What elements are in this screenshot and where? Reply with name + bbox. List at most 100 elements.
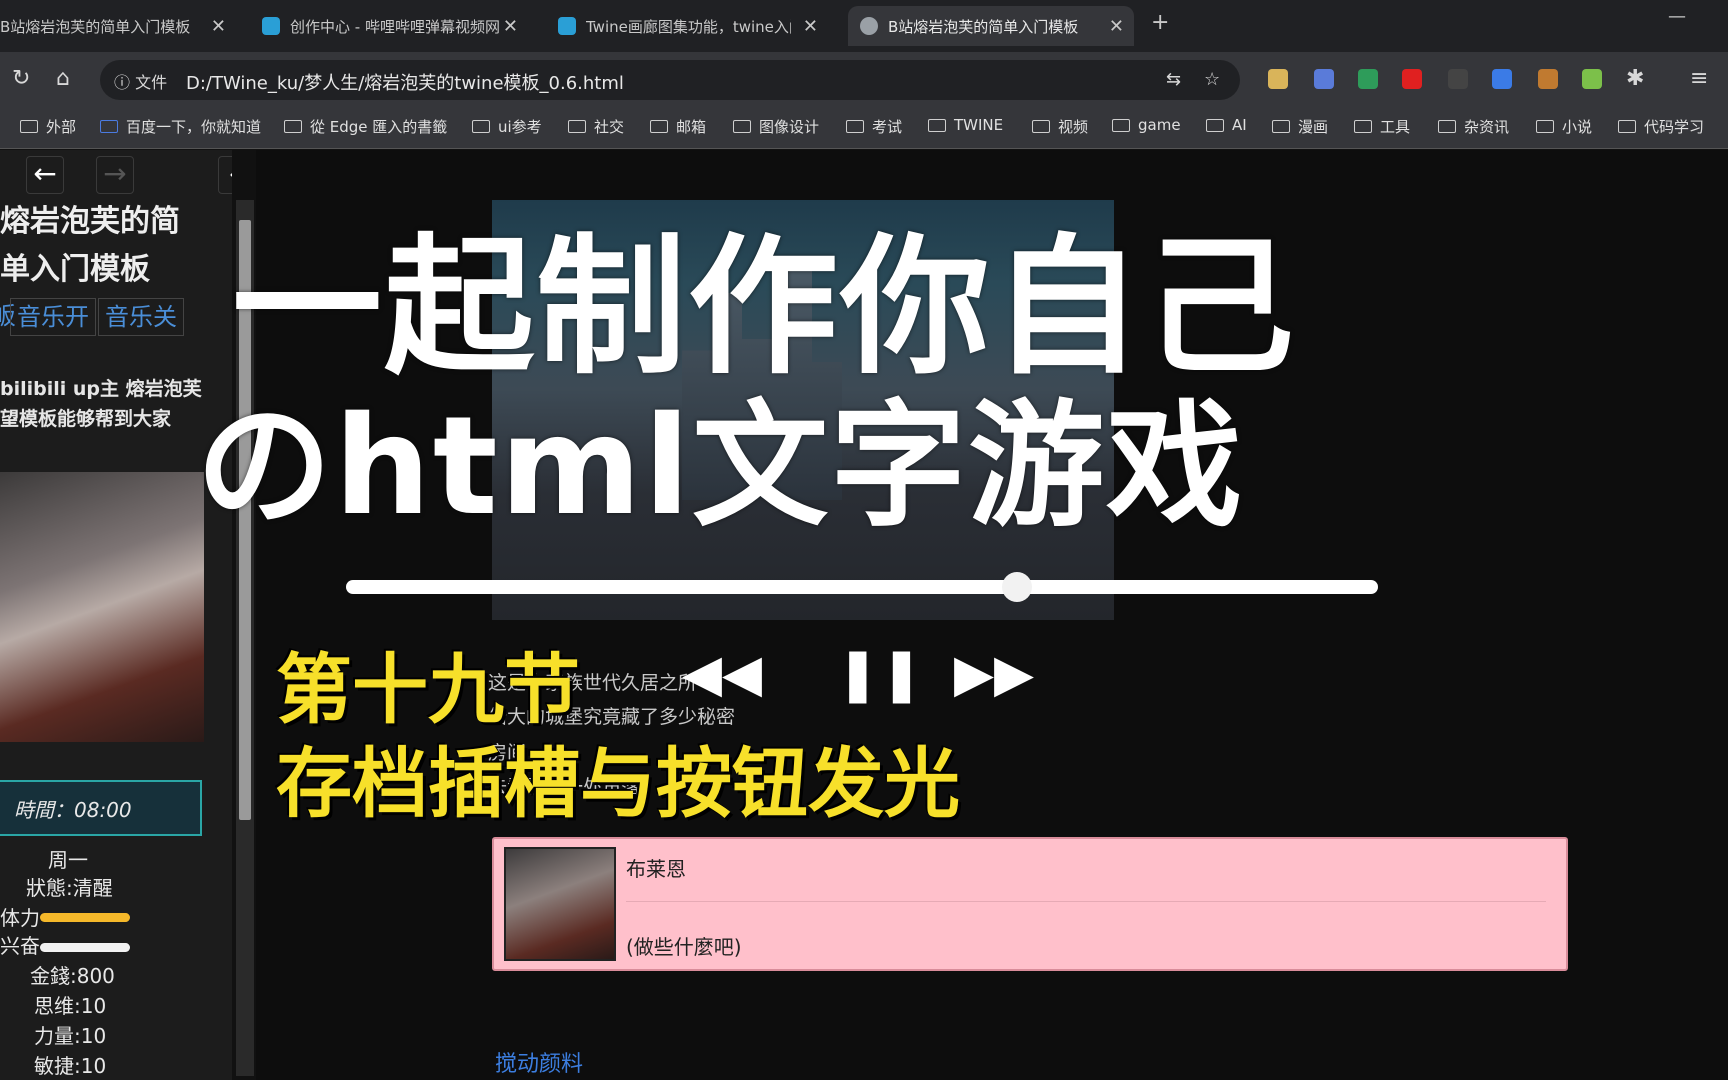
extension-icon[interactable] [1402, 69, 1422, 89]
bookmark-label: 图像设计 [759, 118, 820, 136]
globe-icon [860, 17, 878, 35]
collapse-sidebar-icon[interactable]: ‹ [218, 156, 232, 194]
bookmark-folder[interactable]: 社交 [568, 116, 624, 137]
home-icon[interactable]: ⌂ [56, 66, 70, 91]
minimize-button[interactable]: — [1668, 6, 1686, 27]
bookmark-label: game [1138, 116, 1181, 134]
bookmark-folder[interactable]: game [1112, 116, 1181, 134]
extension-icon[interactable] [1448, 69, 1468, 89]
tab-template-1[interactable]: B站熔岩泡芙的简单入门模板 ✕ [0, 6, 236, 46]
excite-bar [40, 943, 130, 952]
toolbar: ↻ ⌂ ⓘ 文件 D:/TWine_ku/梦人生/熔岩泡芙的twine模板_0.… [0, 52, 1728, 108]
dialog-divider [626, 901, 1546, 902]
back-arrow-icon[interactable]: ← [26, 156, 64, 194]
translate-extension-icon[interactable] [1492, 69, 1512, 89]
extension-icon[interactable] [1314, 69, 1334, 89]
bookmark-label: 考试 [872, 118, 903, 136]
note-line: bilibili up主 熔岩泡芙 [0, 378, 202, 400]
extension-icon[interactable] [1582, 69, 1602, 89]
stir-paint-link[interactable]: 搅动颜料 [495, 1046, 583, 1078]
bookmark-folder[interactable]: 漫画 [1272, 116, 1328, 137]
pause-button[interactable]: ❚❚ [836, 648, 923, 700]
tab-title: B站熔岩泡芙的简单入门模板 [0, 17, 191, 36]
strength-label: 力量:10 [34, 1024, 107, 1048]
extension-icon[interactable] [1538, 69, 1558, 89]
tab-strip: B站熔岩泡芙的简单入门模板 ✕ 创作中心 - 哔哩哔哩弹幕视频网 ✕ Twine… [0, 0, 1728, 52]
audio-progress-knob[interactable] [1001, 572, 1032, 602]
bookmark-label: 社交 [594, 118, 625, 136]
menu-icon[interactable]: ≡ [1690, 66, 1708, 91]
tab-creator-center[interactable]: 创作中心 - 哔哩哔哩弹幕视频网 ✕ [262, 6, 528, 46]
bookmark-label: TWINE [954, 116, 1004, 134]
close-icon[interactable]: ✕ [211, 16, 226, 37]
bookmark-label: 外部 [46, 118, 77, 136]
folder-icon [1112, 118, 1130, 132]
address-bar[interactable]: ⓘ 文件 D:/TWine_ku/梦人生/熔岩泡芙的twine模板_0.6.ht… [100, 60, 1240, 100]
excite-label: 兴奋 [0, 934, 40, 958]
folder-icon [1438, 120, 1456, 133]
bookmark-folder[interactable]: 小说 [1536, 116, 1592, 137]
url-text[interactable]: D:/TWine_ku/梦人生/熔岩泡芙的twine模板_0.6.html [186, 69, 624, 95]
music-off-button[interactable]: 音乐关 [98, 298, 184, 336]
tab-template-active[interactable]: B站熔岩泡芙的简单入门模板 ✕ [848, 6, 1134, 46]
character-portrait [0, 472, 204, 742]
folder-icon [284, 120, 302, 133]
game-sidebar: ← → ‹ 熔岩泡芙的简 单入门模板 皈 音乐开 音乐关 bilibili up… [0, 150, 232, 1080]
speaker-name: 布莱恩 [626, 857, 686, 881]
folder-icon [928, 118, 946, 132]
reload-icon[interactable]: ↻ [12, 66, 30, 91]
security-label: 文件 [135, 73, 168, 92]
folder-icon [1272, 120, 1290, 133]
bookmark-folder[interactable]: 工具 [1354, 116, 1410, 137]
bookmark-label: 代码学习 [1644, 118, 1705, 136]
bookmark-folder[interactable]: 邮箱 [650, 116, 706, 137]
folder-icon [472, 120, 490, 133]
bookmark-folder[interactable]: 外部 [20, 116, 76, 137]
bookmark-label: 百度一下，你就知道 [126, 118, 262, 136]
status-label: 狀態:清醒 [26, 876, 113, 900]
close-icon[interactable]: ✕ [503, 16, 518, 37]
music-on-button[interactable]: 音乐开 [10, 298, 96, 336]
episode-topic: 存档插槽与按钮发光 [276, 739, 960, 828]
bookmark-folder[interactable]: AI [1206, 116, 1247, 134]
close-icon[interactable]: ✕ [1109, 16, 1124, 37]
folder-icon [568, 120, 586, 133]
folder-icon [20, 120, 38, 133]
bookmark-folder[interactable]: 代码学习 [1618, 116, 1704, 137]
previous-button[interactable]: ◀◀ [682, 648, 762, 700]
bookmark-folder[interactable]: 考试 [846, 116, 902, 137]
bookmark-link[interactable]: 百度一下，你就知道 [100, 116, 261, 137]
folder-icon [1032, 120, 1050, 133]
bookmark-folder[interactable]: 图像设计 [733, 116, 819, 137]
stamina-bar [40, 913, 130, 922]
folder-icon [1354, 120, 1372, 133]
time-display: 時間：08:00 [0, 780, 202, 836]
image-extension-icon[interactable] [1268, 69, 1288, 89]
bookmark-folder[interactable]: ui参考 [472, 116, 542, 137]
new-tab-button[interactable]: + [1151, 10, 1169, 35]
stamina-label: 体力 [0, 906, 40, 930]
bookmark-folder[interactable]: TWINE [928, 116, 1003, 134]
bilibili-icon [262, 17, 280, 35]
bookmark-label: 杂资讯 [1464, 118, 1510, 136]
overlay-title-line2: のhtml文字游戏 [196, 388, 1245, 546]
star-icon[interactable]: ☆ [1204, 69, 1220, 90]
close-icon[interactable]: ✕ [803, 16, 818, 37]
money-label: 金錢:800 [30, 964, 115, 988]
bookmark-folder[interactable]: 從 Edge 匯入的書籤 [284, 116, 447, 137]
author-note: bilibili up主 熔岩泡芙 望模板能够帮到大家 [0, 374, 202, 434]
extensions-puzzle-icon[interactable]: ✱ [1626, 66, 1644, 91]
extension-icon[interactable] [1358, 69, 1378, 89]
tab-title: B站熔岩泡芙的简单入门模板 [888, 17, 1079, 36]
tab-twine-gallery[interactable]: Twine画廊图集功能，twine入门 ✕ [558, 6, 828, 46]
bookmark-folder[interactable]: 视频 [1032, 116, 1088, 137]
bookmark-folder[interactable]: 杂资讯 [1438, 116, 1509, 137]
baidu-icon [100, 120, 118, 133]
folder-icon [733, 120, 751, 133]
audio-progress-track[interactable] [346, 580, 1378, 594]
next-button[interactable]: ▶▶ [954, 648, 1034, 700]
bookmark-label: 工具 [1380, 118, 1411, 136]
info-icon[interactable]: ⓘ 文件 [114, 69, 167, 93]
forward-arrow-icon[interactable]: → [96, 156, 134, 194]
translate-icon[interactable]: ⇆ [1166, 69, 1181, 90]
